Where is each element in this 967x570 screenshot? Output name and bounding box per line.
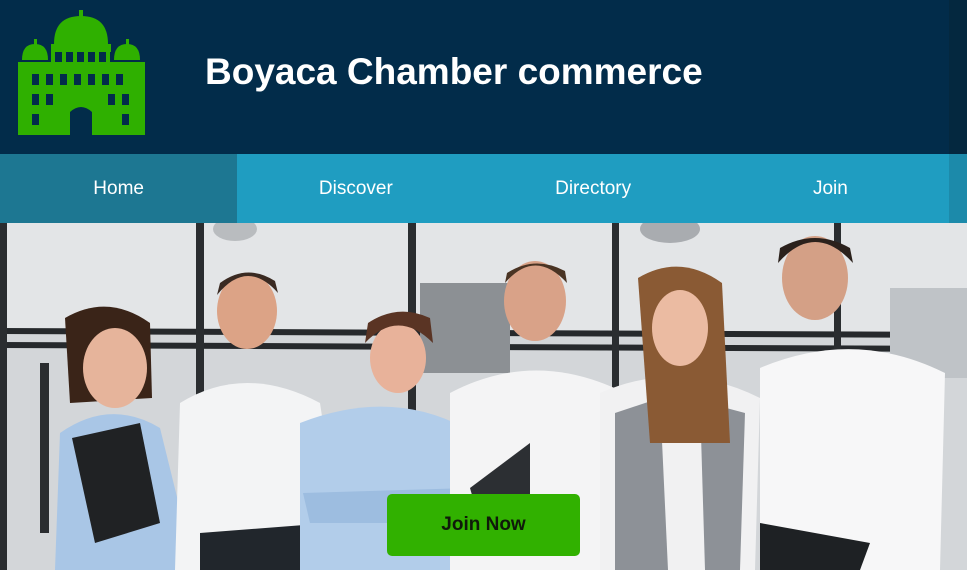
nav-item-join[interactable]: Join: [712, 154, 949, 223]
header-edge: [949, 0, 967, 154]
join-now-button[interactable]: Join Now: [387, 494, 580, 556]
site-header: Boyaca Chamber commerce: [0, 0, 949, 154]
nav-item-directory[interactable]: Directory: [475, 154, 712, 223]
site-title: Boyaca Chamber commerce: [205, 51, 703, 92]
nav-edge: [949, 154, 967, 223]
main-nav: Home Discover Directory Join: [0, 154, 949, 223]
building-dome-icon: [18, 10, 145, 135]
nav-item-discover[interactable]: Discover: [237, 154, 474, 223]
nav-item-home[interactable]: Home: [0, 154, 238, 223]
